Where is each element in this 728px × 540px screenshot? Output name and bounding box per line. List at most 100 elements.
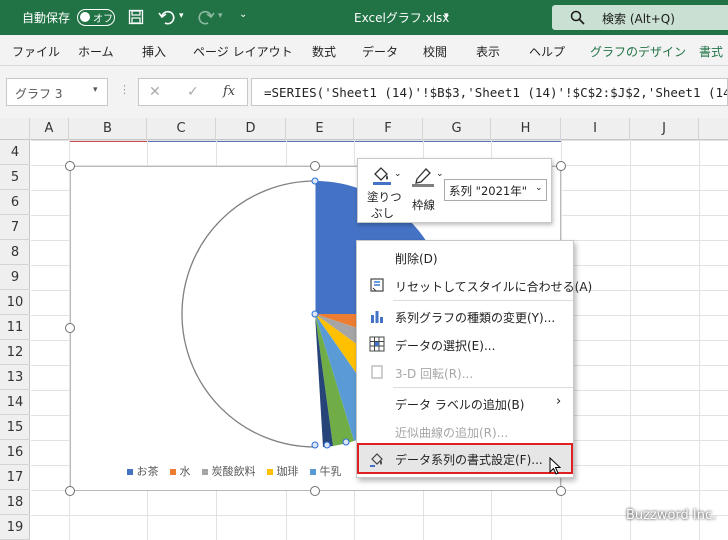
tab-format[interactable]: 書式: [699, 43, 723, 60]
column-header[interactable]: G: [423, 118, 491, 140]
column-header[interactable]: J: [630, 118, 699, 140]
tab-view[interactable]: 表示: [476, 43, 500, 60]
tab-help[interactable]: ヘルプ: [529, 43, 565, 60]
name-box[interactable]: グラフ 3 ▾: [6, 78, 108, 106]
menu-item-label: 3-D 回転(R)...: [395, 367, 474, 381]
outline-dropdown-icon[interactable]: ⌄: [436, 169, 444, 179]
tab-review[interactable]: 校閲: [423, 43, 447, 60]
select-all-corner[interactable]: [0, 118, 30, 140]
column-header[interactable]: I: [561, 118, 630, 140]
tab-page-layout[interactable]: ページ レイアウト: [193, 43, 293, 60]
resize-handle[interactable]: [556, 161, 566, 171]
row-header[interactable]: 17: [0, 465, 30, 490]
legend-marker: [267, 469, 273, 475]
row-header[interactable]: 13: [0, 365, 30, 390]
resize-handle[interactable]: [65, 486, 75, 496]
tab-file[interactable]: ファイル: [12, 43, 60, 60]
cancel-icon[interactable]: ✕: [149, 84, 161, 100]
point-handle[interactable]: [342, 438, 350, 446]
menu-item-label: データ ラベルの追加(B): [395, 398, 525, 412]
name-box-dropdown-icon[interactable]: ▾: [93, 85, 98, 95]
menu-item-label: データの選択(E)...: [395, 339, 496, 353]
tab-home[interactable]: ホーム: [78, 43, 114, 60]
menu-item-delete[interactable]: 削除(D): [357, 243, 573, 271]
menu-separator: [393, 300, 573, 301]
series-select[interactable]: 系列 "2021年" ⌄: [444, 179, 547, 201]
fill-dropdown-icon[interactable]: ⌄: [394, 169, 402, 179]
tab-formulas[interactable]: 数式: [312, 43, 336, 60]
menu-item-format-data-series[interactable]: データ系列の書式設定(F)...: [357, 443, 573, 474]
formula-input[interactable]: =SERIES('Sheet1 (14)'!$B$3,'Sheet1 (14)'…: [251, 78, 728, 106]
reset-style-icon: [370, 278, 384, 292]
row-headers: 4 5 6 7 8 9 10 11 12 13 14 15 16 17 18 1…: [0, 140, 30, 540]
legend-marker: [310, 469, 316, 475]
row-header[interactable]: 12: [0, 340, 30, 365]
select-data-icon: [369, 336, 385, 352]
redo-icon[interactable]: [197, 8, 215, 26]
menu-item-change-chart-type[interactable]: 系列グラフの種類の変更(Y)...: [357, 302, 573, 330]
menu-item-label: 近似曲線の追加(R)...: [395, 426, 509, 440]
tab-data[interactable]: データ: [362, 43, 398, 60]
legend-marker: [127, 469, 133, 475]
row-header[interactable]: 11: [0, 315, 30, 340]
ribbon-tabs: ファイル ホーム 挿入 ページ レイアウト 数式 データ 校閲 表示 ヘルプ グ…: [0, 35, 728, 66]
mini-toolbar: ⌄ 塗りつ ぶし ⌄ 枠線 系列 "2021年" ⌄: [357, 158, 552, 223]
menu-item-add-data-labels[interactable]: データ ラベルの追加(B) ›: [357, 389, 573, 417]
row-header[interactable]: 10: [0, 290, 30, 315]
series-select-value: 系列 "2021年": [449, 184, 528, 198]
search-label: 検索 (Alt+Q): [602, 12, 675, 26]
menu-item-label: 削除(D): [395, 252, 438, 266]
column-header[interactable]: H: [491, 118, 561, 140]
point-handle[interactable]: [311, 441, 319, 449]
row-header[interactable]: 6: [0, 190, 30, 215]
search-box[interactable]: 検索 (Alt+Q): [552, 5, 728, 30]
legend-entry: 炭酸飲料: [211, 465, 256, 478]
row-header[interactable]: 14: [0, 390, 30, 415]
undo-dropdown-icon[interactable]: ▾: [179, 11, 184, 21]
resize-handle[interactable]: [65, 323, 75, 333]
row-header[interactable]: 16: [0, 440, 30, 465]
resize-handle[interactable]: [310, 161, 320, 171]
column-header[interactable]: C: [147, 118, 216, 140]
fill-bucket-icon[interactable]: [371, 165, 393, 185]
customize-qat-icon[interactable]: ⌄: [239, 9, 247, 20]
row-header[interactable]: 8: [0, 240, 30, 265]
outline-pen-icon[interactable]: [411, 165, 435, 187]
row-header[interactable]: 5: [0, 165, 30, 190]
row-header[interactable]: 15: [0, 415, 30, 440]
row-header[interactable]: 18: [0, 490, 30, 515]
format-series-icon: [370, 453, 383, 467]
autosave-toggle[interactable]: オフ: [77, 9, 115, 26]
row-header[interactable]: 19: [0, 515, 30, 540]
watermark: Buzzword Inc.: [626, 508, 717, 523]
row-header[interactable]: 7: [0, 215, 30, 240]
point-handle[interactable]: [311, 177, 319, 185]
column-header[interactable]: A: [30, 118, 69, 140]
point-handle[interactable]: [311, 310, 319, 318]
resize-handle[interactable]: [310, 486, 320, 496]
menu-item-reset-style[interactable]: リセットしてスタイルに合わせる(A): [357, 271, 592, 299]
save-icon[interactable]: [128, 9, 144, 25]
filename-dropdown-icon[interactable]: ▾: [444, 11, 449, 21]
formula-bar-area: グラフ 3 ▾ ⋮ ✕ ✓ fx =SERIES('Sheet1 (14)'!$…: [0, 66, 728, 118]
toggle-knob: [80, 12, 90, 22]
column-header[interactable]: D: [216, 118, 286, 140]
chart-legend[interactable]: お茶 水 炭酸飲料 珈琲 牛乳: [127, 463, 342, 479]
resize-handle[interactable]: [65, 161, 75, 171]
column-header[interactable]: F: [354, 118, 423, 140]
enter-icon[interactable]: ✓: [187, 84, 199, 100]
menu-item-label: データ系列の書式設定(F)...: [395, 453, 543, 467]
column-header[interactable]: B: [69, 118, 147, 140]
tab-chart-design[interactable]: グラフのデザイン: [590, 43, 686, 60]
menu-item-select-data[interactable]: データの選択(E)...: [357, 330, 573, 358]
tab-insert[interactable]: 挿入: [142, 43, 166, 60]
file-name[interactable]: Excelグラフ.xlsx: [354, 9, 449, 26]
outline-label: 枠線: [412, 198, 435, 212]
row-header[interactable]: 4: [0, 140, 30, 165]
row-header[interactable]: 9: [0, 265, 30, 290]
undo-icon[interactable]: [158, 8, 176, 26]
resize-handle[interactable]: [556, 486, 566, 496]
column-header[interactable]: E: [286, 118, 354, 140]
insert-function-icon[interactable]: fx: [223, 84, 235, 99]
point-handle[interactable]: [323, 441, 331, 449]
